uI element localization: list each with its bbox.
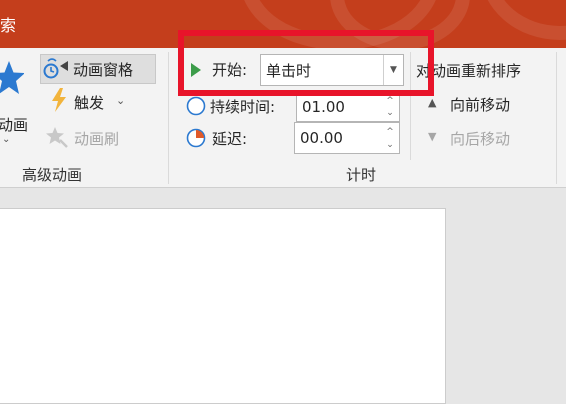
clock-icon [186,96,206,116]
delay-label: 延迟: [212,130,248,148]
delay-value: 00.00 [300,129,343,147]
animation-painter-icon [46,127,68,148]
move-earlier-button[interactable]: ▲ 向前移动 [424,92,534,118]
animation-pane-label: 动画窗格 [73,61,134,79]
animation-pane-icon [43,58,68,79]
animation-pane-button[interactable]: 动画窗格 [40,54,156,84]
trigger-label: 触发 [74,94,105,112]
duration-input[interactable]: 01.00 ^ ⌄ [296,92,400,122]
animation-painter-label: 动画刷 [74,130,120,148]
group-divider [168,52,169,184]
spin-up-icon[interactable]: ^ [384,96,396,107]
duration-value: 01.00 [302,98,345,116]
slide-canvas[interactable] [0,208,446,404]
move-earlier-label: 向前移动 [450,96,511,114]
spin-up-icon[interactable]: ^ [384,127,396,138]
star-icon [0,61,24,94]
highlight-box [178,30,434,96]
chevron-down-icon: ⌄ [116,94,126,107]
add-animation-button[interactable]: 动画 ⌄ [0,54,38,146]
lightning-icon [52,88,66,112]
delay-clock-icon [186,128,206,148]
work-area [0,188,566,404]
trigger-button[interactable]: 触发 ⌄ [46,88,132,116]
animation-painter-button[interactable]: 动画刷 [46,124,136,152]
spin-down-icon[interactable]: ⌄ [384,140,396,151]
delay-input[interactable]: 00.00 ^ ⌄ [294,122,400,154]
move-later-button[interactable]: ▼ 向后移动 [424,126,534,152]
title-decoration [480,0,566,40]
duration-label: 持续时间: [210,98,276,116]
move-later-label: 向后移动 [450,130,511,148]
spin-down-icon[interactable]: ⌄ [384,108,396,119]
window-title: 索 [0,16,17,35]
group-divider [556,52,557,184]
up-triangle-icon: ▲ [428,96,437,109]
chevron-down-icon: ⌄ [2,134,11,145]
group-label-timing: 计时 [346,166,377,184]
down-triangle-icon: ▼ [428,130,437,143]
group-label-advanced-animation: 高级动画 [22,166,83,184]
add-animation-label: 动画 [0,116,29,134]
